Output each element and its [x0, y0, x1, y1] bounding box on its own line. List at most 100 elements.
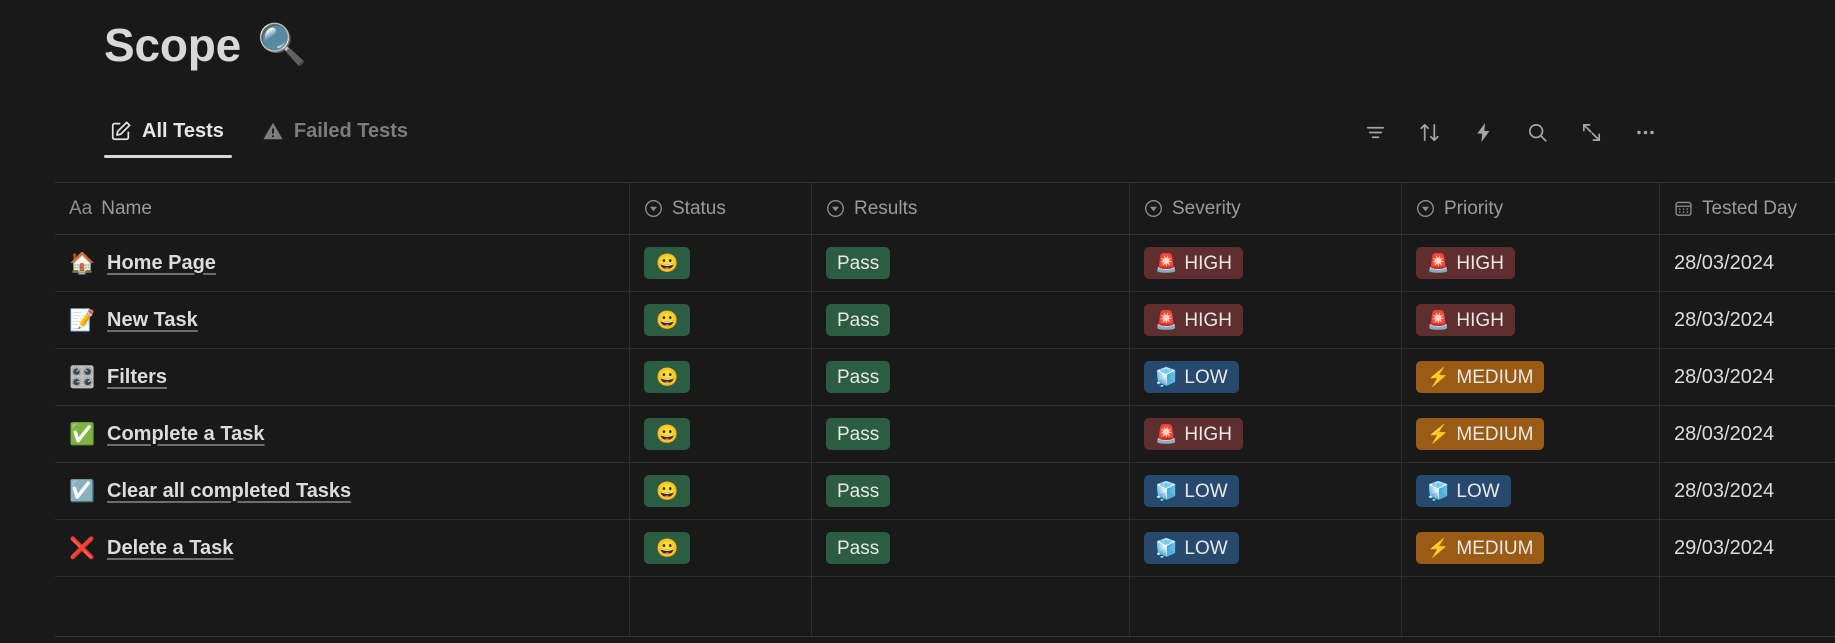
cell-results[interactable]: Pass [812, 292, 1130, 348]
priority-badge: ⚡ MEDIUM [1416, 532, 1545, 564]
cell-priority[interactable]: 🚨 HIGH [1402, 235, 1660, 291]
row-name-link[interactable]: Delete a Task [107, 537, 233, 560]
severity-badge: 🧊 LOW [1144, 475, 1239, 507]
table-row[interactable]: ✅ Complete a Task 😀 Pass 🚨 HIGH ⚡ MEDIUM 28/03/2… [55, 406, 1835, 463]
cell-name[interactable]: 🏠 Home Page [55, 235, 630, 291]
table-toolbar [1363, 120, 1657, 144]
cell-severity[interactable]: 🧊 LOW [1130, 520, 1402, 576]
cell-severity[interactable]: 🧊 LOW [1130, 349, 1402, 405]
row-name-link[interactable]: Clear all completed Tasks [107, 480, 351, 503]
table-row[interactable]: ☑️ Clear all completed Tasks 😀 Pass 🧊 LOW 🧊 LOW… [55, 463, 1835, 520]
column-header-tested-day[interactable]: Tested Day [1660, 183, 1835, 234]
search-icon[interactable] [1525, 120, 1549, 144]
cell-severity[interactable]: 🧊 LOW [1130, 463, 1402, 519]
tab-all-tests[interactable]: All Tests [104, 118, 232, 158]
tab-failed-tests[interactable]: Failed Tests [256, 118, 416, 158]
cell-status[interactable]: 😀 [630, 520, 812, 576]
cell-severity[interactable]: 🚨 HIGH [1130, 235, 1402, 291]
page-title: Scope [104, 19, 242, 71]
results-badge-label: Pass [837, 480, 880, 502]
empty-cell-priority[interactable] [1402, 577, 1660, 636]
empty-cell-status[interactable] [630, 577, 812, 636]
text-aa-icon: Aa [69, 198, 93, 219]
table-row[interactable]: 🎛️ Filters 😀 Pass 🧊 LOW ⚡ MEDIUM 28/03/2024 [55, 349, 1835, 406]
cell-status[interactable]: 😀 [630, 406, 812, 462]
cell-tested-day[interactable]: 28/03/2024 [1660, 463, 1835, 519]
tested-day-value: 28/03/2024 [1674, 479, 1775, 502]
results-badge: Pass [826, 247, 891, 279]
column-header-name[interactable]: Aa Name [55, 183, 630, 234]
priority-emoji-icon: 🚨 [1427, 310, 1450, 330]
column-header-results[interactable]: Results [812, 183, 1130, 234]
cell-tested-day[interactable]: 28/03/2024 [1660, 292, 1835, 348]
cell-results[interactable]: Pass [812, 349, 1130, 405]
expand-icon[interactable] [1579, 120, 1603, 144]
column-header-priority-label: Priority [1444, 198, 1504, 219]
sort-icon[interactable] [1417, 120, 1441, 144]
table-row[interactable]: 🏠 Home Page 😀 Pass 🚨 HIGH 🚨 HIGH 28/03/2024 [55, 235, 1835, 292]
priority-badge-label: MEDIUM [1456, 423, 1534, 445]
empty-cell-results[interactable] [812, 577, 1130, 636]
cell-name[interactable]: ☑️ Clear all completed Tasks [55, 463, 630, 519]
table-header-row: Aa Name Status Results Severity Priority… [55, 183, 1835, 235]
row-name-link[interactable]: Complete a Task [107, 423, 264, 446]
cell-priority[interactable]: ⚡ MEDIUM [1402, 349, 1660, 405]
tested-day-value: 28/03/2024 [1674, 308, 1775, 331]
cell-tested-day[interactable]: 28/03/2024 [1660, 406, 1835, 462]
severity-emoji-icon: 🚨 [1155, 310, 1178, 330]
table-row[interactable]: ❌ Delete a Task 😀 Pass 🧊 LOW ⚡ MEDIUM 29/03/2024 [55, 520, 1835, 577]
cell-name[interactable]: ✅ Complete a Task [55, 406, 630, 462]
checklist-icon: ☑️ [69, 479, 96, 503]
status-badge: 😀 [644, 475, 691, 507]
cell-name[interactable]: 🎛️ Filters [55, 349, 630, 405]
more-icon[interactable] [1633, 120, 1657, 144]
check-box-icon: ✅ [69, 422, 96, 446]
severity-emoji-icon: 🚨 [1155, 424, 1178, 444]
row-name-link[interactable]: New Task [107, 309, 198, 332]
memo-icon: 📝 [69, 308, 96, 332]
cell-severity[interactable]: 🚨 HIGH [1130, 292, 1402, 348]
edit-square-icon [110, 120, 132, 142]
cell-priority[interactable]: ⚡ MEDIUM [1402, 406, 1660, 462]
magnifying-glass-icon: 🔍 [257, 23, 307, 67]
empty-cell-name[interactable] [55, 577, 630, 636]
cell-priority[interactable]: ⚡ MEDIUM [1402, 520, 1660, 576]
severity-badge-label: LOW [1184, 366, 1228, 388]
column-header-severity[interactable]: Severity [1130, 183, 1402, 234]
cell-status[interactable]: 😀 [630, 292, 812, 348]
cell-status[interactable]: 😀 [630, 349, 812, 405]
priority-badge: 🚨 HIGH [1416, 247, 1515, 279]
cell-name[interactable]: ❌ Delete a Task [55, 520, 630, 576]
row-name-link[interactable]: Filters [107, 366, 167, 389]
results-badge-label: Pass [837, 366, 880, 388]
tab-all-tests-label: All Tests [142, 120, 224, 142]
lightning-icon[interactable] [1471, 120, 1495, 144]
cell-priority[interactable]: 🧊 LOW [1402, 463, 1660, 519]
cell-status[interactable]: 😀 [630, 463, 812, 519]
column-header-priority[interactable]: Priority [1402, 183, 1660, 234]
empty-cell-date[interactable] [1660, 577, 1835, 636]
severity-emoji-icon: 🧊 [1155, 481, 1178, 501]
cell-results[interactable]: Pass [812, 235, 1130, 291]
cell-results[interactable]: Pass [812, 520, 1130, 576]
row-name-link[interactable]: Home Page [107, 252, 216, 275]
filter-icon[interactable] [1363, 120, 1387, 144]
cell-results[interactable]: Pass [812, 463, 1130, 519]
severity-badge: 🚨 HIGH [1144, 247, 1243, 279]
severity-badge: 🧊 LOW [1144, 532, 1239, 564]
cell-status[interactable]: 😀 [630, 235, 812, 291]
priority-emoji-icon: ⚡ [1427, 538, 1450, 558]
cell-tested-day[interactable]: 29/03/2024 [1660, 520, 1835, 576]
priority-badge: ⚡ MEDIUM [1416, 361, 1545, 393]
cell-severity[interactable]: 🚨 HIGH [1130, 406, 1402, 462]
empty-cell-severity[interactable] [1130, 577, 1402, 636]
table-row[interactable]: 📝 New Task 😀 Pass 🚨 HIGH 🚨 HIGH 28/03/2024 [55, 292, 1835, 349]
cell-tested-day[interactable]: 28/03/2024 [1660, 349, 1835, 405]
severity-badge: 🧊 LOW [1144, 361, 1239, 393]
cell-results[interactable]: Pass [812, 406, 1130, 462]
column-header-status[interactable]: Status [630, 183, 812, 234]
cell-name[interactable]: 📝 New Task [55, 292, 630, 348]
cell-tested-day[interactable]: 28/03/2024 [1660, 235, 1835, 291]
cell-priority[interactable]: 🚨 HIGH [1402, 292, 1660, 348]
table-empty-row[interactable] [55, 577, 1835, 637]
